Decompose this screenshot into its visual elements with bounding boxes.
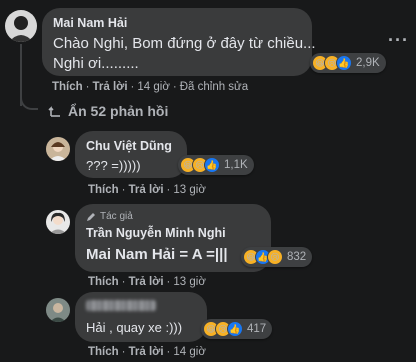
like-icon: 👍	[227, 321, 243, 337]
arrow-up-icon	[48, 106, 60, 117]
reply-bubble-3: Hải , quay xe :)))	[75, 292, 207, 342]
thread-connector	[20, 96, 38, 110]
comment-author[interactable]: Mai Nam Hải	[53, 16, 127, 30]
avatar-mai-nam-hai[interactable]	[5, 10, 37, 42]
reaction-count: 832	[287, 251, 307, 263]
reply-text: Mai Nam Hải = A =|||	[86, 246, 228, 263]
like-button[interactable]: Thích	[52, 81, 83, 93]
reply-text: ??? =)))))	[86, 158, 141, 173]
reactions-summary[interactable]: 😆 😢 👍 417	[201, 319, 273, 339]
reply-author[interactable]: Chu Việt Dũng	[86, 139, 172, 153]
avatar-chu-viet-dung[interactable]	[46, 137, 70, 161]
reactions-summary[interactable]: 😆 😢 👍 2,9K	[310, 53, 386, 73]
avatar-tran-nguyen-minh-nghi[interactable]	[46, 210, 70, 234]
avatar-reply-3[interactable]	[46, 298, 70, 322]
like-icon: 👍	[204, 157, 220, 173]
reply-button[interactable]: Trả lời	[93, 81, 128, 93]
reply-actions: Thích · Trả lời · 14 giờ	[88, 346, 206, 358]
like-icon: 👍	[336, 55, 352, 71]
reactions-summary[interactable]: 😆 👍 😢 832	[241, 247, 313, 267]
reply-button[interactable]: Trả lời	[129, 346, 164, 358]
timestamp[interactable]: 14 giờ	[137, 81, 169, 93]
more-options-icon[interactable]: ···	[388, 30, 409, 51]
reply-text: Hải , quay xe :)))	[86, 320, 183, 335]
like-button[interactable]: Thích	[88, 346, 119, 358]
hide-replies-toggle[interactable]: Ẩn 52 phản hồi	[48, 103, 168, 119]
timestamp[interactable]: 13 giờ	[173, 276, 205, 288]
like-button[interactable]: Thích	[88, 276, 119, 288]
comment-text-line-2: Nghi ơi.........	[53, 55, 139, 72]
reaction-count: 417	[247, 323, 267, 335]
blurred-author-name[interactable]	[86, 300, 156, 311]
reply-actions: Thích · Trả lời · 13 giờ	[88, 184, 206, 196]
pencil-icon	[87, 212, 95, 221]
main-comment-bubble: Mai Nam Hải Chào Nghi, Bom đứng ở đây từ…	[42, 8, 316, 76]
reply-bubble-1: Chu Việt Dũng ??? =)))))	[75, 131, 187, 178]
reply-author[interactable]: Trần Nguyễn Minh Nghi	[86, 226, 226, 240]
reply-actions: Thích · Trả lời · 13 giờ	[88, 276, 206, 288]
sad-icon: 😢	[267, 249, 283, 265]
comment-actions: Thích · Trả lời · 14 giờ · Đã chỉnh sửa	[52, 81, 249, 93]
reply-button[interactable]: Trả lời	[129, 276, 164, 288]
reactions-summary[interactable]: 😆 😢 👍 1,1K	[178, 155, 254, 175]
edited-label[interactable]: Đã chỉnh sửa	[180, 81, 248, 93]
comment-text-line-1: Chào Nghi, Bom đứng ở đây từ chiều...	[53, 35, 316, 52]
timestamp[interactable]: 13 giờ	[173, 184, 205, 196]
reaction-count: 1,1K	[224, 159, 248, 171]
author-badge-label: Tác giả	[100, 211, 133, 222]
reply-button[interactable]: Trả lời	[129, 184, 164, 196]
timestamp[interactable]: 14 giờ	[173, 346, 205, 358]
author-badge: Tác giả	[86, 211, 133, 222]
reaction-count: 2,9K	[356, 57, 380, 69]
hide-replies-label: Ẩn 52 phản hồi	[68, 103, 169, 119]
like-button[interactable]: Thích	[88, 184, 119, 196]
